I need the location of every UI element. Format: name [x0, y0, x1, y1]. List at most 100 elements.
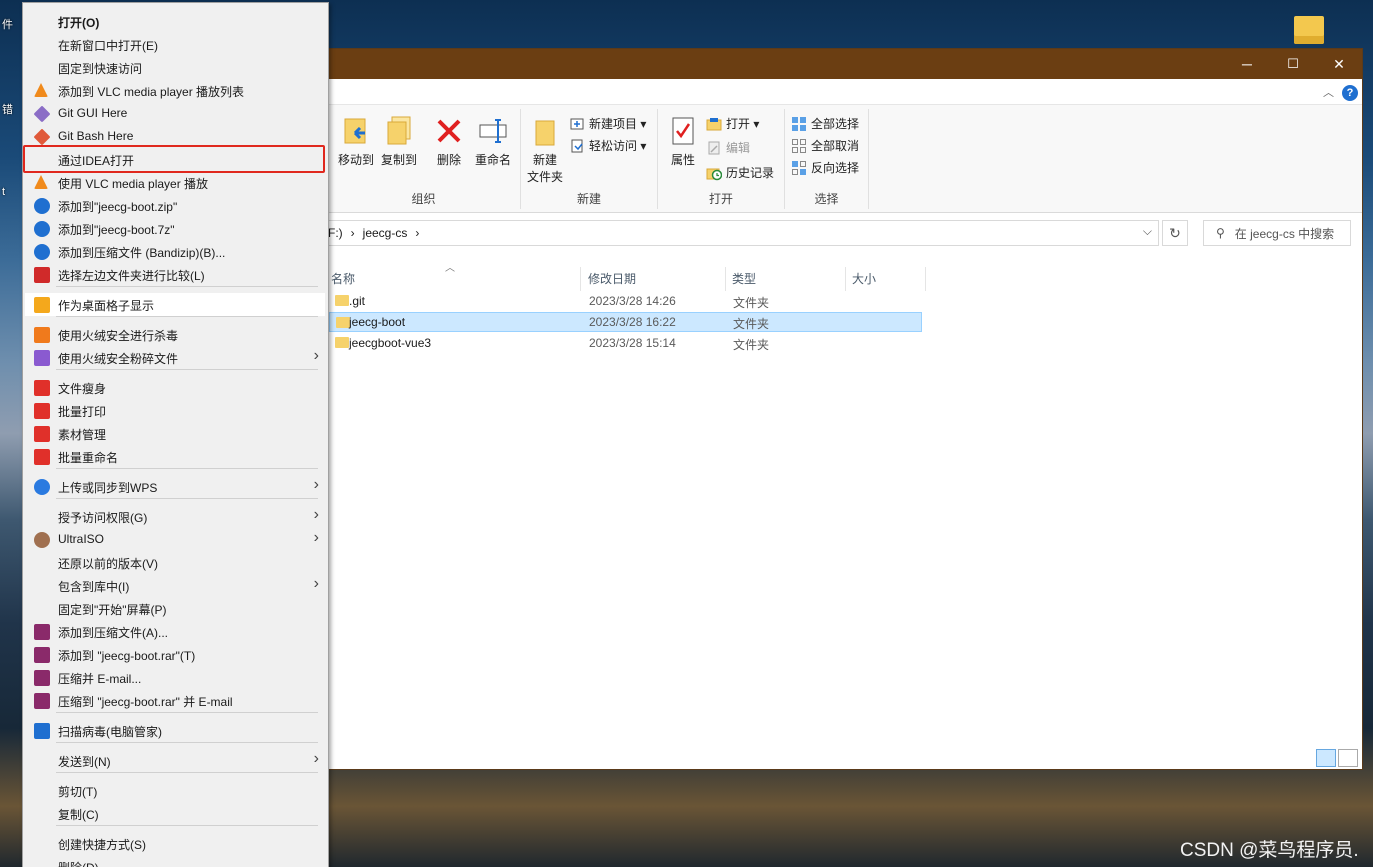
context-menu-item[interactable]: 授予访问权限(G) › — [25, 505, 325, 528]
context-menu-item[interactable]: 作为桌面格子显示 — [25, 293, 325, 316]
edit-button[interactable]: 编辑 — [706, 139, 750, 156]
address-row: F:) › jeecg-cs › ⌵ ↻ ⚲ 在 jeecg-cs 中搜索 — [325, 213, 1362, 249]
context-menu-item[interactable]: 发送到(N) › — [25, 749, 325, 772]
address-dropdown-icon[interactable]: ⌵ — [1143, 224, 1152, 239]
context-menu-item[interactable]: 复制(C) — [25, 802, 325, 825]
context-menu-item[interactable]: 添加到"jeecg-boot.zip" — [25, 194, 325, 217]
context-menu-item-label: 在新窗口中打开(E) — [58, 39, 158, 53]
context-menu-item[interactable]: 使用火绒安全粉碎文件 › — [25, 346, 325, 369]
file-row[interactable]: jeecgboot-vue3 2023/3/28 15:14 文件夹 — [329, 333, 922, 353]
file-name: jeecg-boot — [349, 315, 406, 329]
select-none-button[interactable]: 全部取消 — [791, 137, 859, 154]
context-menu-item[interactable]: 创建快捷方式(S) — [25, 832, 325, 855]
context-menu-item[interactable]: 固定到"开始"屏幕(P) — [25, 597, 325, 620]
context-menu-item[interactable]: 压缩到 "jeecg-boot.rar" 并 E-mail — [25, 689, 325, 712]
context-menu-item-label: 授予访问权限(G) — [58, 511, 148, 525]
breadcrumb-separator[interactable]: › — [415, 226, 419, 240]
open-button[interactable]: 打开 ▾ — [706, 115, 759, 132]
large-icons-view-button[interactable] — [1338, 749, 1358, 767]
context-menu-item[interactable]: 在新窗口中打开(E) — [25, 33, 325, 56]
desktop-folder-icon[interactable] — [1294, 16, 1324, 44]
new-folder-button[interactable]: 新建 文件夹 — [525, 115, 565, 185]
minimize-button[interactable]: ─ — [1224, 49, 1270, 79]
breadcrumb-folder[interactable]: jeecg-cs — [363, 226, 408, 240]
context-menu-item[interactable]: 固定到快速访问 — [25, 56, 325, 79]
context-menu-item[interactable]: 添加到压缩文件(A)... — [25, 620, 325, 643]
context-menu-item-label: 批量打印 — [58, 405, 107, 419]
file-date: 2023/3/28 14:26 — [589, 294, 676, 308]
new-item-button[interactable]: 新建项目 ▾ — [569, 115, 646, 132]
context-menu-item[interactable]: 添加到 "jeecg-boot.rar"(T) — [25, 643, 325, 666]
ribbon-group-new-label: 新建 — [576, 192, 601, 206]
context-menu-item[interactable]: 压缩并 E-mail... — [25, 666, 325, 689]
title-bar[interactable]: ─ ☐ ✕ — [327, 49, 1362, 79]
select-all-button[interactable]: 全部选择 — [791, 115, 859, 132]
close-button[interactable]: ✕ — [1316, 49, 1362, 79]
address-bar[interactable]: F:) › jeecg-cs › ⌵ — [325, 220, 1159, 246]
file-row[interactable]: jeecg-boot 2023/3/28 16:22 文件夹 — [329, 312, 922, 332]
delete-button[interactable]: 删除 — [431, 115, 467, 168]
column-size[interactable]: 大小 — [846, 267, 926, 291]
column-modified[interactable]: 修改日期 — [582, 267, 726, 291]
edit-icon — [706, 140, 722, 156]
column-size-label: 大小 — [852, 272, 877, 286]
context-menu-item-label: 文件瘦身 — [58, 382, 107, 396]
context-menu-item-label: 添加到压缩文件 (Bandizip)(B)... — [58, 246, 226, 260]
invert-selection-button[interactable]: 反向选择 — [791, 159, 859, 176]
rename-button[interactable]: 重命名 — [471, 115, 515, 168]
context-menu-item[interactable]: 添加到 VLC media player 播放列表 — [25, 79, 325, 102]
context-menu-item[interactable]: 选择左边文件夹进行比较(L) — [25, 263, 325, 286]
winrar-icon — [34, 693, 50, 709]
column-type[interactable]: 类型 — [726, 267, 846, 291]
winrar-icon — [34, 647, 50, 663]
file-type: 文件夹 — [733, 338, 770, 352]
refresh-button[interactable]: ↻ — [1162, 220, 1188, 246]
properties-button[interactable]: 属性 — [666, 115, 700, 168]
move-to-icon — [341, 115, 371, 147]
context-menu-item[interactable]: UltraISO › — [25, 528, 325, 551]
help-icon[interactable]: ? — [1342, 85, 1358, 101]
context-menu-item[interactable]: 批量重命名 — [25, 445, 325, 468]
context-menu-item[interactable]: 扫描病毒(电脑管家) — [25, 719, 325, 742]
context-menu-item[interactable]: 包含到库中(I) › — [25, 574, 325, 597]
context-menu-item[interactable]: 还原以前的版本(V) — [25, 551, 325, 574]
easy-access-button[interactable]: 轻松访问 ▾ — [569, 137, 646, 154]
breadcrumb-drive[interactable]: F:) — [328, 226, 343, 240]
context-menu-item[interactable]: 使用火绒安全进行杀毒 — [25, 323, 325, 346]
context-menu-item[interactable]: 文件瘦身 — [25, 376, 325, 399]
refresh-icon: ↻ — [1169, 224, 1181, 241]
context-menu-item[interactable]: Git GUI Here — [25, 102, 325, 125]
new-folder-label-1: 新建 — [532, 153, 557, 167]
select-all-icon — [791, 116, 807, 132]
context-menu-item[interactable]: 添加到"jeecg-boot.7z" — [25, 217, 325, 240]
context-menu-item-label: 上传或同步到WPS — [58, 481, 158, 495]
context-menu-item[interactable]: 使用 VLC media player 播放 — [25, 171, 325, 194]
maximize-button[interactable]: ☐ — [1270, 49, 1316, 79]
move-to-button[interactable]: 移动到 — [337, 115, 375, 168]
breadcrumb-separator[interactable]: › — [351, 226, 355, 240]
context-menu-item-label: 压缩到 "jeecg-boot.rar" 并 E-mail — [58, 695, 233, 709]
context-menu-item[interactable]: 添加到压缩文件 (Bandizip)(B)... — [25, 240, 325, 263]
context-menu-item[interactable]: 素材管理 — [25, 422, 325, 445]
context-menu-item-label: 包含到库中(I) — [58, 580, 130, 594]
delete-label: 删除 — [436, 153, 461, 167]
context-menu-item-label: 添加到压缩文件(A)... — [58, 626, 168, 640]
context-menu-item-label: Git GUI Here — [58, 106, 128, 120]
context-menu-item[interactable]: 删除(D) — [25, 855, 325, 867]
history-button[interactable]: 历史记录 — [706, 164, 774, 181]
context-menu-item[interactable]: 剪切(T) — [25, 779, 325, 802]
copy-to-button[interactable]: 复制到 — [379, 115, 419, 168]
details-view-button[interactable] — [1316, 749, 1336, 767]
context-menu-item-label: 压缩并 E-mail... — [58, 672, 142, 686]
search-input[interactable]: ⚲ 在 jeecg-cs 中搜索 — [1203, 220, 1351, 246]
submenu-arrow-icon: › — [313, 529, 319, 546]
file-row[interactable]: .git 2023/3/28 14:26 文件夹 — [329, 291, 922, 311]
context-menu-item[interactable]: 打开(O) — [25, 10, 325, 33]
collapse-ribbon-icon[interactable]: ︿ — [1323, 84, 1334, 100]
context-menu-item[interactable]: 上传或同步到WPS › — [25, 475, 325, 498]
ribbon-group-select-label: 选择 — [814, 192, 839, 206]
submenu-arrow-icon: › — [313, 750, 319, 767]
context-menu-item[interactable]: 批量打印 — [25, 399, 325, 422]
submenu-arrow-icon: › — [313, 506, 319, 523]
context-menu-item-label: 发送到(N) — [58, 755, 111, 769]
